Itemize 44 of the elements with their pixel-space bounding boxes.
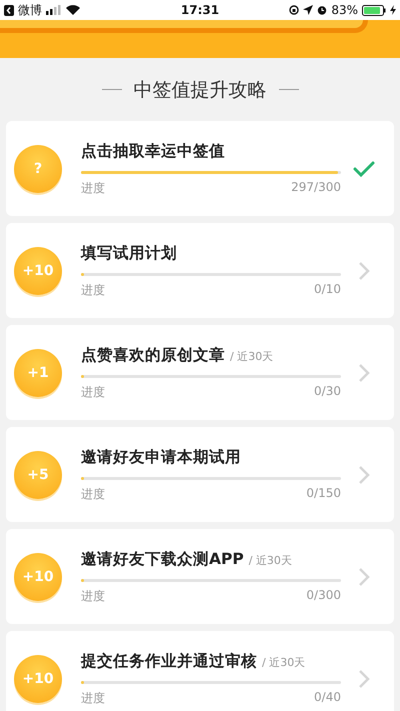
progress-count: 0/40: [314, 690, 341, 706]
task-title: 点击抽取幸运中签值: [81, 140, 225, 162]
wifi-icon: [66, 5, 80, 15]
task-title: 点赞喜欢的原创文章: [81, 344, 225, 366]
progress-label: 进度: [81, 486, 105, 502]
points-badge: +10: [14, 246, 62, 294]
back-app-label[interactable]: 微博: [18, 2, 42, 18]
progress-count: 297/300: [291, 180, 341, 196]
points-badge: ?: [14, 144, 62, 192]
battery-percent: 83%: [331, 3, 358, 17]
task-title: 邀请好友申请本期试用: [81, 446, 241, 468]
charging-icon: [390, 5, 396, 15]
task-card[interactable]: +10 邀请好友下载众测APP / 近30天 进度 0/300: [6, 529, 394, 624]
points-badge: +5: [14, 450, 62, 498]
progress-label: 进度: [81, 180, 105, 196]
task-card[interactable]: +10 填写试用计划 进度 0/10: [6, 223, 394, 318]
points-badge: +10: [14, 552, 62, 600]
progress-count: 0/10: [314, 282, 341, 298]
location-icon: [303, 5, 314, 15]
task-title: 提交任务作业并通过审核: [81, 650, 257, 672]
task-title: 填写试用计划: [81, 242, 177, 264]
progress-label: 进度: [81, 282, 105, 298]
points-badge: +10: [14, 654, 62, 702]
progress-label: 进度: [81, 588, 105, 604]
signal-icon: [46, 5, 62, 15]
progress-count: 0/30: [314, 384, 341, 400]
progress-count: 0/300: [306, 588, 341, 604]
task-period: / 近30天: [262, 654, 306, 670]
progress-label: 进度: [81, 384, 105, 400]
task-card[interactable]: +10 提交任务作业并通过审核 / 近30天 进度 0/40: [6, 631, 394, 711]
battery-icon: [362, 4, 386, 16]
task-period: / 近30天: [248, 552, 292, 568]
section-title: 中签值提升攻略: [134, 78, 266, 102]
task-card[interactable]: +5 邀请好友申请本期试用 进度 0/150: [6, 427, 394, 522]
points-badge: +1: [14, 348, 62, 396]
progress-count: 0/150: [306, 486, 341, 502]
lock-rotation-icon: [289, 5, 300, 15]
clock-time: 17:31: [180, 3, 220, 17]
progress-label: 进度: [81, 690, 105, 706]
task-title: 邀请好友下载众测APP: [81, 548, 244, 570]
task-card[interactable]: +1 点赞喜欢的原创文章 / 近30天 进度 0/30: [6, 325, 394, 420]
task-period: / 近30天: [230, 348, 274, 364]
task-card[interactable]: ? 点击抽取幸运中签值 进度 297/300: [6, 121, 394, 216]
back-icon[interactable]: [4, 4, 14, 16]
